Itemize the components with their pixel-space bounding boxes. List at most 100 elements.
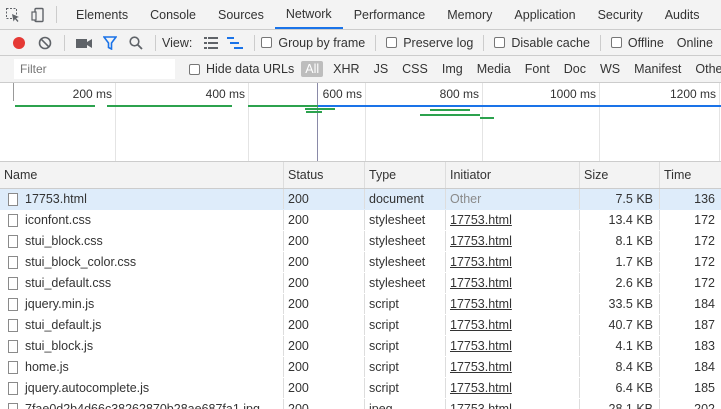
initiator-cell[interactable]: 17753.html — [446, 210, 580, 230]
status-value: 200 — [288, 297, 309, 311]
tab-network[interactable]: Network — [274, 0, 343, 29]
filter-type-media[interactable]: Media — [473, 61, 515, 77]
request-name-cell[interactable]: stui_default.js — [0, 315, 284, 335]
tab-elements[interactable]: Elements — [65, 0, 139, 29]
overview-bar — [306, 111, 322, 113]
filter-type-manifest[interactable]: Manifest — [630, 61, 685, 77]
initiator-cell[interactable]: 17753.html — [446, 357, 580, 377]
record-icon[interactable] — [6, 30, 32, 56]
initiator-value[interactable]: 17753.html — [450, 381, 512, 395]
inspect-element-icon[interactable] — [0, 0, 26, 29]
tab-audits[interactable]: Audits — [654, 0, 711, 29]
device-toolbar-icon[interactable] — [26, 0, 52, 29]
screenshot-camera-icon[interactable] — [71, 30, 97, 56]
initiator-cell[interactable]: 17753.html — [446, 231, 580, 251]
table-row[interactable]: stui_block.js 200 script 17753.html 4.1 KB 18… — [0, 336, 721, 357]
request-name-cell[interactable]: 7fae0d2b4d66c38262870b28ae687fa1.jpg — [0, 399, 284, 409]
checkbox-box[interactable] — [189, 63, 200, 75]
request-name-cell[interactable]: stui_default.css — [0, 273, 284, 293]
checkbox-box[interactable] — [494, 37, 506, 48]
filter-type-js[interactable]: JS — [370, 61, 393, 77]
column-header-type[interactable]: Type — [365, 162, 446, 188]
status-value: 200 — [288, 318, 309, 332]
network-overview-timeline[interactable]: 200 ms 400 ms 600 ms 800 ms 1000 ms 1200 ms — [0, 83, 721, 162]
initiator-value[interactable]: 17753.html — [450, 339, 512, 353]
type-value: stylesheet — [369, 255, 426, 269]
request-name-cell[interactable]: stui_block.js — [0, 336, 284, 356]
table-row[interactable]: stui_default.css 200 stylesheet 17753.html 2… — [0, 273, 721, 294]
column-header-time[interactable]: Time — [660, 162, 721, 188]
table-row[interactable]: iconfont.css 200 stylesheet 17753.html 13.4 … — [0, 210, 721, 231]
filter-type-font[interactable]: Font — [521, 61, 554, 77]
initiator-value[interactable]: 17753.html — [450, 360, 512, 374]
initiator-value[interactable]: 17753.html — [450, 276, 512, 290]
tab-application[interactable]: Application — [503, 0, 586, 29]
initiator-value[interactable]: 17753.html — [450, 402, 512, 409]
filter-type-other[interactable]: Other — [691, 61, 721, 77]
request-name-cell[interactable]: stui_block.css — [0, 231, 284, 251]
table-row[interactable]: jquery.min.js 200 script 17753.html 33.5 KB 1… — [0, 294, 721, 315]
checkbox-box[interactable] — [261, 37, 273, 48]
table-row[interactable]: home.js 200 script 17753.html 8.4 KB 184 — [0, 357, 721, 378]
table-row[interactable]: stui_block_color.css 200 stylesheet 17753.h… — [0, 252, 721, 273]
offline-checkbox[interactable]: Offline — [610, 36, 664, 50]
checkbox-box[interactable] — [386, 37, 398, 48]
type-cell: script — [365, 378, 446, 398]
disable-cache-checkbox[interactable]: Disable cache — [494, 36, 590, 50]
preserve-log-checkbox[interactable]: Preserve log — [386, 36, 473, 50]
table-row[interactable]: stui_block.css 200 stylesheet 17753.html 8.1… — [0, 231, 721, 252]
throttling-select[interactable]: Online — [677, 36, 713, 50]
request-name-cell[interactable]: jquery.min.js — [0, 294, 284, 314]
table-row[interactable]: jquery.autocomplete.js 200 script 17753.htm… — [0, 378, 721, 399]
group-by-frame-checkbox[interactable]: Group by frame — [261, 36, 365, 50]
filter-type-css[interactable]: CSS — [398, 61, 432, 77]
initiator-value[interactable]: 17753.html — [450, 318, 512, 332]
column-header-initiator[interactable]: Initiator — [446, 162, 580, 188]
filter-input[interactable] — [14, 59, 175, 79]
initiator-value[interactable]: 17753.html — [450, 213, 512, 227]
type-value: script — [369, 297, 399, 311]
column-header-size[interactable]: Size — [580, 162, 660, 188]
table-row[interactable]: stui_default.js 200 script 17753.html 40.7 K… — [0, 315, 721, 336]
initiator-cell[interactable]: 17753.html — [446, 273, 580, 293]
initiator-cell[interactable]: 17753.html — [446, 294, 580, 314]
checkbox-box[interactable] — [610, 37, 622, 48]
status-value: 200 — [288, 381, 309, 395]
column-header-status[interactable]: Status — [284, 162, 365, 188]
tab-performance[interactable]: Performance — [343, 0, 437, 29]
column-header-name[interactable]: Name — [0, 162, 284, 188]
request-name: stui_block.css — [25, 234, 103, 248]
request-name-cell[interactable]: 17753.html — [0, 189, 284, 209]
clear-icon[interactable] — [32, 30, 58, 56]
initiator-cell[interactable]: 17753.html — [446, 315, 580, 335]
file-icon — [8, 276, 18, 290]
filter-type-ws[interactable]: WS — [596, 61, 624, 77]
filter-type-all[interactable]: All — [301, 61, 324, 77]
request-name-cell[interactable]: stui_block_color.css — [0, 252, 284, 272]
initiator-cell[interactable]: 17753.html — [446, 252, 580, 272]
search-icon[interactable] — [123, 30, 149, 56]
type-cell: stylesheet — [365, 210, 446, 230]
waterfall-overview-icon[interactable] — [222, 30, 248, 56]
tab-security[interactable]: Security — [587, 0, 654, 29]
large-rows-icon[interactable] — [200, 30, 222, 56]
filter-type-xhr[interactable]: XHR — [329, 61, 363, 77]
initiator-cell[interactable]: 17753.html — [446, 399, 580, 409]
table-row[interactable]: 17753.html 200 document Other 7.5 KB 136 — [0, 189, 721, 210]
filter-funnel-icon[interactable] — [97, 30, 123, 56]
filter-type-img[interactable]: Img — [438, 61, 467, 77]
initiator-value[interactable]: 17753.html — [450, 297, 512, 311]
filter-type-doc[interactable]: Doc — [560, 61, 590, 77]
tab-memory[interactable]: Memory — [436, 0, 503, 29]
hide-data-urls-checkbox[interactable]: Hide data URLs — [189, 62, 294, 76]
request-name-cell[interactable]: jquery.autocomplete.js — [0, 378, 284, 398]
initiator-cell[interactable]: 17753.html — [446, 378, 580, 398]
tab-console[interactable]: Console — [139, 0, 207, 29]
tab-sources[interactable]: Sources — [207, 0, 275, 29]
initiator-value[interactable]: 17753.html — [450, 234, 512, 248]
request-name-cell[interactable]: iconfont.css — [0, 210, 284, 230]
initiator-value[interactable]: 17753.html — [450, 255, 512, 269]
initiator-cell[interactable]: 17753.html — [446, 336, 580, 356]
request-name-cell[interactable]: home.js — [0, 357, 284, 377]
table-row[interactable]: 7fae0d2b4d66c38262870b28ae687fa1.jpg 200 j… — [0, 399, 721, 409]
